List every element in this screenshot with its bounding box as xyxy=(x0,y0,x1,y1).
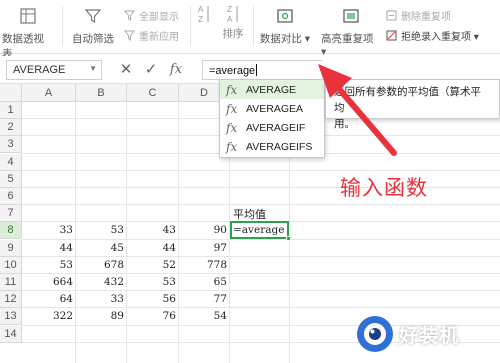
watermark-logo-icon xyxy=(357,316,393,352)
watermark: 好装机 xyxy=(355,314,459,354)
watermark-text: 好装机 xyxy=(399,325,460,347)
annotation-text: 输入函数 xyxy=(340,176,428,200)
